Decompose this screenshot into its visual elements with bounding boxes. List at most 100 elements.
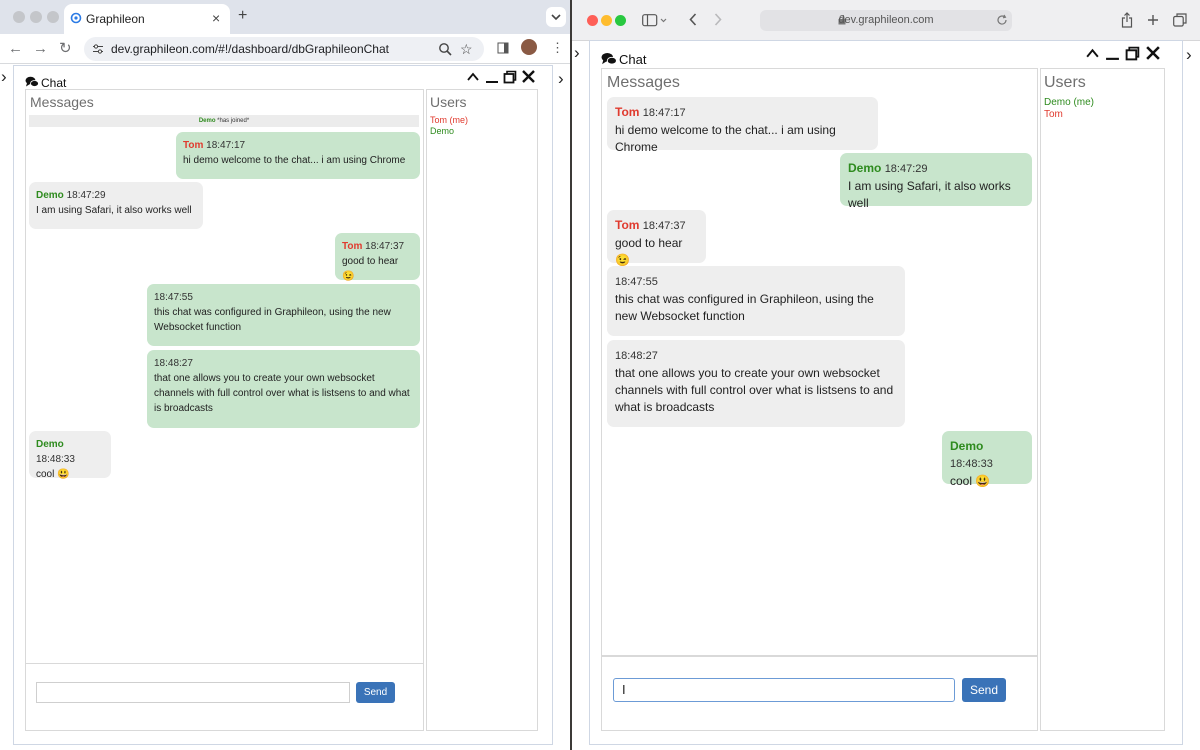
maximize-icon[interactable] bbox=[503, 70, 517, 84]
message-timestamp: 18:47:17 bbox=[206, 140, 246, 151]
graphileon-favicon-icon bbox=[70, 12, 82, 24]
message-bubble: Tom 18:47:17 hi demo welcome to the chat… bbox=[607, 97, 878, 154]
message-author: Tom bbox=[183, 140, 204, 151]
chat-panel: Chat Messages Tom 18:47:17 hi demo welco… bbox=[589, 40, 1183, 745]
forward-arrow-icon[interactable]: → bbox=[33, 41, 48, 56]
minimize-icon[interactable] bbox=[1105, 46, 1120, 61]
panel-title: Chat bbox=[619, 52, 647, 67]
chrome-toolbar: ← → ↻ dev.graphileon.com/#!/dashboard/db… bbox=[0, 34, 570, 64]
user-item[interactable]: Tom (me) bbox=[430, 115, 468, 125]
share-icon[interactable] bbox=[1121, 12, 1133, 28]
chat-icon bbox=[25, 76, 39, 88]
message-input[interactable]: I bbox=[613, 678, 955, 702]
chat-panel: Chat Messages Demo *has joined* Tom 18:4… bbox=[13, 65, 553, 745]
send-button[interactable]: Send bbox=[356, 682, 395, 703]
message-author: Demo bbox=[950, 439, 984, 453]
message-bubble: 18:47:55 this chat was configured in Gra… bbox=[607, 266, 905, 336]
chrome-tab-bar: Graphileon × + bbox=[0, 0, 570, 34]
message-author: Demo bbox=[848, 161, 882, 175]
panel-title: Chat bbox=[41, 76, 67, 90]
message-input[interactable] bbox=[36, 682, 350, 703]
tab-overview-icon[interactable] bbox=[1173, 13, 1187, 27]
message-text: that one allows you to create your own w… bbox=[154, 373, 410, 414]
back-chevron-icon[interactable] bbox=[688, 12, 698, 27]
more-menu-icon[interactable]: ⋮ bbox=[551, 40, 564, 56]
tab-close-icon[interactable]: × bbox=[212, 10, 220, 26]
message-bubble: Demo 18:48:33 cool 😃 bbox=[942, 431, 1032, 488]
new-tab-button[interactable]: + bbox=[238, 7, 247, 25]
message-bubble: 18:48:27 that one allows you to create y… bbox=[607, 340, 905, 427]
right-sidebar-toggle-icon[interactable]: › bbox=[558, 70, 564, 87]
message-timestamp: 18:47:29 bbox=[66, 190, 106, 201]
message-author: Tom bbox=[615, 105, 640, 119]
url-text: dev.graphileon.com/#!/dashboard/dbGraphi… bbox=[111, 42, 389, 56]
close-icon[interactable] bbox=[1145, 45, 1161, 61]
collapse-chevron-up-icon[interactable] bbox=[466, 70, 480, 84]
user-item[interactable]: Demo bbox=[430, 126, 454, 136]
messages-title: Messages bbox=[30, 94, 94, 110]
bookmark-star-icon[interactable]: ☆ bbox=[460, 41, 473, 58]
right-sidebar-toggle-icon[interactable]: › bbox=[1186, 46, 1192, 63]
messages-column: Messages Demo *has joined* Tom 18:47:17 … bbox=[25, 89, 424, 664]
zoom-icon[interactable] bbox=[438, 42, 452, 56]
tab-search-button[interactable] bbox=[546, 7, 566, 27]
collapse-chevron-up-icon[interactable] bbox=[1085, 46, 1100, 61]
left-sidebar-toggle-icon[interactable]: › bbox=[574, 44, 580, 61]
window-zoom-button[interactable] bbox=[615, 15, 626, 26]
user-item[interactable]: Demo (me) bbox=[1044, 97, 1094, 108]
message-text: hi demo welcome to the chat... i am usin… bbox=[183, 155, 406, 166]
window-zoom-button[interactable] bbox=[47, 11, 59, 23]
messages-column: Messages Tom 18:47:17 hi demo welcome to… bbox=[601, 68, 1038, 656]
message-timestamp: 18:47:37 bbox=[365, 241, 405, 252]
user-item[interactable]: Tom bbox=[1044, 109, 1063, 120]
back-arrow-icon[interactable]: ← bbox=[8, 41, 23, 56]
message-timestamp: 18:47:29 bbox=[884, 163, 928, 175]
message-bubble: Demo 18:47:29 I am using Safari, it also… bbox=[840, 153, 1032, 210]
minimize-icon[interactable] bbox=[485, 70, 499, 84]
message-author: Tom bbox=[342, 241, 363, 252]
send-button[interactable]: Send bbox=[962, 678, 1006, 702]
message-timestamp: 18:48:33 bbox=[36, 454, 75, 465]
message-timestamp: 18:47:17 bbox=[642, 107, 686, 119]
users-title: Users bbox=[1044, 74, 1086, 91]
maximize-icon[interactable] bbox=[1125, 46, 1140, 61]
left-sidebar-toggle-icon[interactable]: › bbox=[1, 68, 7, 85]
window-close-button[interactable] bbox=[587, 15, 598, 26]
reload-icon[interactable]: ↻ bbox=[59, 41, 72, 56]
tab-title: Graphileon bbox=[86, 12, 145, 26]
forward-chevron-icon[interactable] bbox=[713, 12, 723, 27]
composer-area: Send bbox=[25, 663, 424, 731]
safari-window: dev.graphileon.com › › Chat Messages Tom… bbox=[572, 0, 1200, 750]
composer-area: I Send bbox=[601, 656, 1038, 731]
browser-tab[interactable]: Graphileon × bbox=[64, 4, 230, 34]
chrome-window: Graphileon × + ← → ↻ dev.graphileon.com/… bbox=[0, 0, 570, 750]
join-text: *has joined* bbox=[217, 118, 250, 124]
new-tab-plus-icon[interactable] bbox=[1147, 14, 1159, 26]
message-text: this chat was configured in Graphileon, … bbox=[615, 292, 874, 323]
address-bar[interactable]: dev.graphileon.com bbox=[760, 10, 1012, 31]
side-panel-icon[interactable] bbox=[497, 42, 509, 54]
profile-avatar[interactable] bbox=[521, 39, 537, 55]
message-text: I am using Safari, it also works well bbox=[36, 205, 192, 216]
window-minimize-button[interactable] bbox=[601, 15, 612, 26]
join-author: Demo bbox=[198, 118, 216, 124]
message-author: Tom bbox=[615, 218, 640, 232]
messages-title: Messages bbox=[607, 74, 680, 91]
join-notice: Demo *has joined* bbox=[29, 115, 419, 127]
message-bubble: 18:47:55 this chat was configured in Gra… bbox=[147, 284, 420, 346]
message-timestamp: 18:47:55 bbox=[154, 292, 193, 303]
close-icon[interactable] bbox=[521, 69, 536, 84]
message-timestamp: 18:47:55 bbox=[615, 276, 658, 288]
reload-icon[interactable] bbox=[996, 14, 1008, 26]
window-close-button[interactable] bbox=[13, 11, 25, 23]
message-text: good to hear 😉 bbox=[342, 256, 399, 282]
message-timestamp: 18:47:37 bbox=[642, 220, 686, 232]
site-settings-icon[interactable] bbox=[92, 43, 104, 55]
window-minimize-button[interactable] bbox=[30, 11, 42, 23]
message-text: that one allows you to create your own w… bbox=[615, 366, 894, 414]
sidebar-toggle-icon[interactable] bbox=[642, 14, 668, 27]
message-bubble: Demo 18:48:33 cool 😃 bbox=[29, 431, 111, 480]
message-timestamp: 18:48:27 bbox=[615, 350, 658, 362]
address-bar[interactable]: dev.graphileon.com/#!/dashboard/dbGraphi… bbox=[84, 37, 484, 61]
message-timestamp: 18:48:33 bbox=[950, 458, 993, 470]
